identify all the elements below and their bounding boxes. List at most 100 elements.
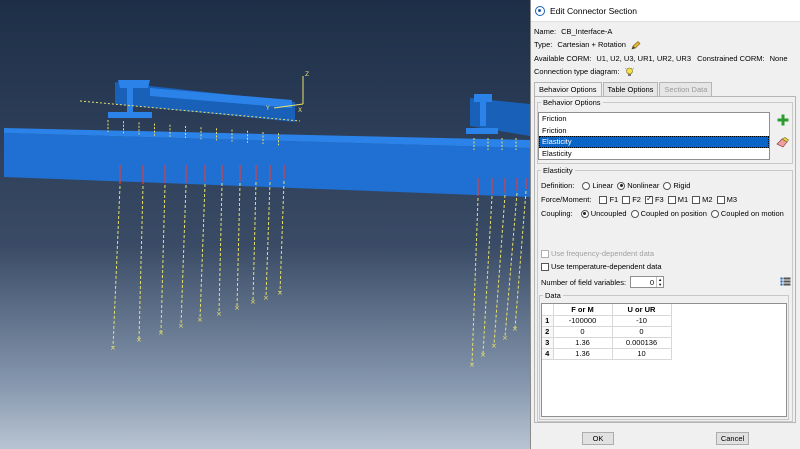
coupling-uncoupled-label: Uncoupled (590, 209, 627, 218)
available-corm-value: U1, U2, U3, UR1, UR2, UR3 (596, 54, 692, 63)
row-number[interactable]: 3 (542, 337, 554, 349)
definition-linear-label: Linear (592, 181, 614, 190)
list-item[interactable]: Elasticity (539, 136, 769, 148)
spring-connector (514, 190, 527, 329)
type-value: Cartesian + Rotation (557, 40, 626, 49)
girder-left-stem (127, 88, 133, 112)
definition-rigid-radio[interactable] (663, 181, 672, 190)
table-cell[interactable]: 10 (612, 348, 672, 360)
tab-table-options[interactable]: Table Options (602, 82, 659, 96)
cancel-button[interactable]: Cancel (716, 432, 749, 445)
list-item[interactable]: Friction (539, 125, 769, 137)
node-marker: × (136, 336, 142, 344)
use-frequency-checkbox (541, 249, 549, 258)
definition-nonlinear-radio[interactable] (617, 181, 626, 190)
row-number[interactable]: 4 (542, 348, 554, 360)
node-marker: × (263, 294, 269, 302)
m2-label: M2 (702, 195, 713, 204)
diagram-label: Connection type diagram: (534, 67, 620, 76)
node-marker: × (277, 289, 283, 297)
constrained-corm-label: Constrained CORM: (697, 54, 765, 63)
m3-checkbox[interactable] (716, 195, 725, 204)
f1-label: F1 (609, 195, 619, 204)
f2-label: F2 (632, 195, 641, 204)
coupling-uncoupled-radio[interactable] (580, 209, 589, 218)
column-header-u-or-ur[interactable]: U or UR (612, 304, 672, 316)
field-variables-label: Number of field variables: (541, 277, 627, 287)
definition-linear-radio[interactable] (582, 181, 591, 190)
eraser-icon[interactable] (776, 137, 789, 148)
tab-behavior-options[interactable]: Behavior Options (534, 82, 602, 97)
m1-checkbox[interactable] (667, 195, 676, 204)
name-row: Name: CB_Interface-A (534, 27, 612, 36)
lightbulb-icon[interactable] (624, 67, 634, 77)
row-number[interactable]: 1 (542, 315, 554, 327)
table-settings-icon[interactable] (780, 277, 791, 286)
column-header-f-or-m[interactable]: F or M (553, 304, 613, 316)
node-marker: × (469, 361, 475, 369)
behavior-list[interactable]: Friction Friction Elasticity Elasticity (538, 112, 770, 160)
spring-connector (218, 182, 223, 314)
list-item[interactable]: Elasticity (539, 148, 769, 160)
node-marker: × (512, 325, 518, 333)
table-corner (542, 304, 554, 316)
ok-button[interactable]: OK (582, 432, 614, 445)
table-row: 1 -100000 -10 (542, 315, 672, 327)
table-cell[interactable]: 0.000136 (612, 337, 672, 349)
node-marker: × (197, 316, 203, 324)
node-marker: × (480, 351, 486, 359)
type-row: Type: Cartesian + Rotation (534, 40, 641, 50)
m1-label: M1 (677, 195, 689, 204)
table-row: 2 0 0 (542, 326, 672, 338)
field-variables-stepper[interactable]: 0 ▲ ▼ (630, 276, 665, 288)
dialog-title: Edit Connector Section (550, 5, 637, 16)
dialog-titlebar[interactable]: Edit Connector Section (531, 0, 800, 22)
pencil-icon[interactable] (631, 40, 641, 50)
frequency-row: Use frequency-dependent data (537, 249, 654, 258)
table-cell[interactable]: 0 (612, 326, 672, 338)
row-number[interactable]: 2 (542, 326, 554, 338)
temperature-row: Use temperature-dependent data (537, 262, 662, 271)
table-row: 4 1.36 10 (542, 348, 672, 360)
definition-nonlinear-label: Nonlinear (627, 181, 660, 190)
table-cell[interactable]: 0 (553, 326, 613, 338)
axis-x-label: X (298, 107, 302, 114)
add-behavior-icon[interactable] (777, 114, 789, 126)
f3-label: F3 (654, 195, 664, 204)
stepper-arrows-icon[interactable]: ▲ ▼ (656, 277, 663, 287)
corm-row: Available CORM: U1, U2, U3, UR1, UR2, UR3… (534, 54, 788, 63)
f3-checkbox[interactable] (644, 194, 653, 204)
data-table[interactable]: F or M U or UR 1 -100000 -10 2 0 0 3 1.3… (541, 303, 787, 417)
f1-checkbox[interactable] (599, 195, 608, 204)
node-marker: × (158, 329, 164, 337)
table-cell[interactable]: 1.36 (553, 348, 613, 360)
table-cell[interactable]: -10 (612, 315, 672, 327)
use-temperature-label: Use temperature-dependent data (551, 262, 662, 271)
definition-label: Definition: (541, 181, 575, 190)
name-value: CB_Interface-A (561, 27, 613, 36)
coupling-row: Coupling: Uncoupled Coupled on position … (541, 209, 784, 218)
spring-connector (482, 195, 493, 355)
table-cell[interactable]: -100000 (553, 315, 613, 327)
coupling-motion-radio[interactable] (710, 209, 719, 218)
f2-checkbox[interactable] (622, 195, 631, 204)
spring-connector (279, 180, 285, 293)
coupling-motion-label: Coupled on motion (720, 209, 784, 218)
spring-connector (471, 197, 479, 365)
coupling-label: Coupling: (541, 209, 573, 218)
available-corm-label: Available CORM: (534, 54, 592, 63)
type-label: Type: (534, 40, 553, 49)
node-marker: × (491, 342, 497, 350)
axis-z-label: Z (305, 71, 309, 78)
m2-checkbox[interactable] (692, 195, 701, 204)
use-temperature-checkbox[interactable] (541, 262, 549, 271)
elasticity-legend: Elasticity (543, 166, 573, 175)
node-marker: × (178, 322, 184, 330)
diagram-row: Connection type diagram: (534, 67, 634, 77)
coupling-position-radio[interactable] (630, 209, 639, 218)
definition-rigid-label: Rigid (673, 181, 691, 190)
list-item[interactable]: Friction (539, 113, 769, 125)
table-cell[interactable]: 1.36 (553, 337, 613, 349)
girder-left-bottom-flange (108, 112, 152, 118)
spring-connector (236, 182, 241, 308)
